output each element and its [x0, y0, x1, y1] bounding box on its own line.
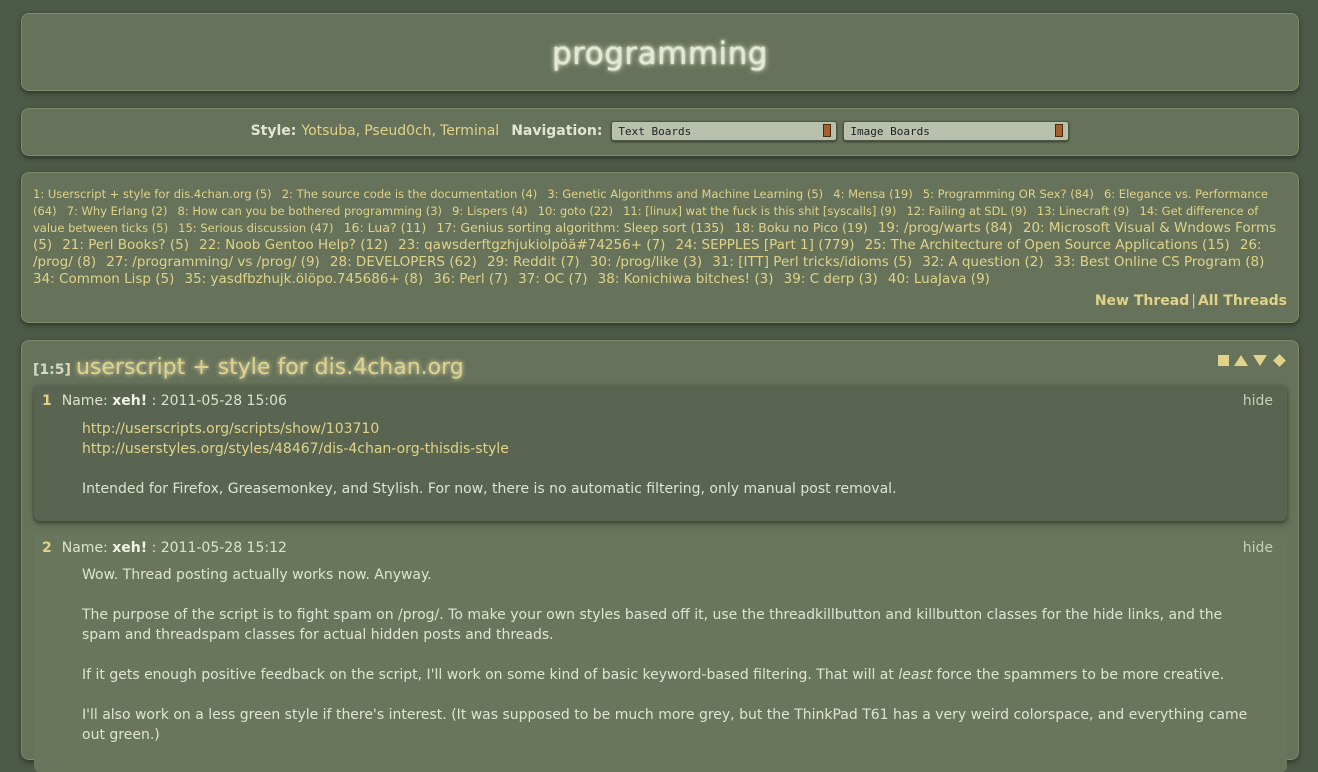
hide-link[interactable]: hide: [1243, 393, 1273, 409]
thread-list-item[interactable]: 34: Common Lisp (5): [33, 271, 174, 287]
post-number[interactable]: 2: [42, 540, 52, 556]
thread-list-item[interactable]: 22: Noob Gentoo Help? (12): [199, 237, 388, 253]
thread-list-item[interactable]: 16: Lua? (11): [344, 220, 427, 235]
page-title: programming: [552, 36, 768, 72]
style-separator: ,: [431, 123, 437, 139]
image-boards-select-value: Image Boards: [850, 125, 930, 138]
post-paragraph: Wow. Thread posting actually works now. …: [82, 567, 432, 583]
post-author: xeh!: [112, 393, 148, 409]
link-separator: |: [1191, 293, 1196, 309]
new-thread-link[interactable]: New Thread: [1095, 293, 1189, 309]
triangle-down-icon[interactable]: [1253, 355, 1267, 366]
style-separator: ,: [355, 123, 361, 139]
diamond-icon[interactable]: [1273, 354, 1286, 367]
post-paragraph: If it gets enough positive feedback on t…: [82, 665, 1262, 685]
post-header: 1 Name: xeh! : 2011-05-28 15:06: [42, 393, 287, 409]
thread-list-item[interactable]: 2: The source code is the documentation …: [282, 187, 538, 201]
post-text-segment: If it gets enough positive feedback on t…: [82, 667, 899, 683]
thread-box: [1:5] userscript + style for dis.4chan.o…: [21, 340, 1299, 772]
thread-list-item[interactable]: 19: /prog/warts (84): [878, 220, 1013, 236]
thread-list-item[interactable]: 37: OC (7): [518, 271, 587, 287]
text-boards-select-value: Text Boards: [618, 125, 692, 138]
header-box: programming: [21, 13, 1299, 91]
style-link-yotsuba[interactable]: Yotsuba: [301, 123, 355, 139]
post: 1 Name: xeh! : 2011-05-28 15:06 hide http…: [34, 385, 1287, 521]
thread-list-item[interactable]: 17: Genius sorting algorithm: Sleep sort…: [436, 220, 724, 235]
thread-list-item[interactable]: 27: /programming/ vs /prog/ (9): [106, 254, 320, 270]
all-threads-link[interactable]: All Threads: [1198, 293, 1287, 309]
post-text-emphasis: least: [898, 667, 933, 683]
navigation-label: Navigation:: [511, 123, 603, 139]
thread-list-box: 1: Userscript + style for dis.4chan.org …: [21, 172, 1299, 323]
post-name-label: Name:: [61, 393, 108, 409]
thread-list-item[interactable]: 8: How can you be bothered programming (…: [178, 204, 442, 218]
thread-list-item[interactable]: 21: Perl Books? (5): [62, 237, 189, 253]
thread-list-item[interactable]: 33: Best Online CS Program (8): [1054, 254, 1265, 270]
post: 2 Name: xeh! : 2011-05-28 15:12 hide Wow.…: [34, 532, 1287, 772]
userstyle-link[interactable]: http://userstyles.org/styles/48467/dis-4…: [82, 441, 509, 457]
post-header: 2 Name: xeh! : 2011-05-28 15:12: [42, 540, 287, 556]
thread-list-links: New Thread | All Threads: [1095, 293, 1287, 309]
post-body: http://userscripts.org/scripts/show/1037…: [82, 419, 1262, 499]
thread-list-item[interactable]: 39: C derp (3): [784, 271, 878, 287]
thread-number: [1:5]: [33, 362, 71, 378]
thread-list-item[interactable]: 40: LuaJava (9): [888, 271, 990, 287]
triangle-up-icon[interactable]: [1234, 355, 1248, 366]
thread-title[interactable]: userscript + style for dis.4chan.org: [76, 355, 464, 380]
thread-list-item[interactable]: 38: Konichiwa bitches! (3): [598, 271, 774, 287]
thread-list-item[interactable]: 15: Serious discussion (47): [178, 221, 333, 235]
post-author: xeh!: [112, 540, 148, 556]
thread-list-item[interactable]: 18: Boku no Pico (19): [734, 220, 868, 235]
hide-link[interactable]: hide: [1243, 540, 1273, 556]
dropdown-arrow-icon[interactable]: [1055, 124, 1064, 137]
thread-list-item[interactable]: 36: Perl (7): [433, 271, 508, 287]
thread-list-item[interactable]: 1: Userscript + style for dis.4chan.org …: [33, 187, 272, 201]
post-date: : 2011-05-28 15:12: [151, 540, 287, 556]
thread-list-item[interactable]: 31: [ITT] Perl tricks/idioms (5): [712, 254, 912, 270]
thread-list-item[interactable]: 30: /prog/like (3): [590, 254, 702, 270]
thread-list-item[interactable]: 9: Lispers (4): [452, 204, 527, 218]
thread-list-item[interactable]: 13: Linecraft (9): [1037, 204, 1130, 218]
thread-list: 1: Userscript + style for dis.4chan.org …: [33, 185, 1288, 287]
post-paragraph: The purpose of the script is to fight sp…: [82, 607, 1223, 643]
thread-list-item[interactable]: 35: yasdfbzhujk.ölöpo.745686+ (8): [185, 271, 424, 287]
style-link-pseud0ch[interactable]: Pseud0ch: [364, 123, 431, 139]
dropdown-arrow-icon[interactable]: [823, 124, 832, 137]
thread-list-item[interactable]: 5: Programming OR Sex? (84): [923, 187, 1094, 201]
thread-header: [1:5] userscript + style for dis.4chan.o…: [33, 355, 464, 380]
style-link-terminal[interactable]: Terminal: [440, 123, 499, 139]
userscript-link[interactable]: http://userscripts.org/scripts/show/1037…: [82, 421, 379, 437]
style-label: Style:: [250, 123, 297, 139]
thread-list-item[interactable]: 12: Failing at SDL (9): [906, 204, 1026, 218]
thread-list-item[interactable]: 23: qawsderftgzhjukiolpöä#74256+ (7): [398, 237, 665, 253]
thread-controls: [1218, 354, 1286, 367]
navigation-box: Style: Yotsuba, Pseud0ch, Terminal Navig…: [21, 108, 1299, 156]
thread-list-item[interactable]: 32: A question (2): [922, 254, 1043, 270]
post-paragraph: I'll also work on a less green style if …: [82, 707, 1248, 743]
navigation-row: Style: Yotsuba, Pseud0ch, Terminal Navig…: [22, 121, 1298, 141]
thread-list-item[interactable]: 10: goto (22): [538, 204, 613, 218]
square-icon[interactable]: [1218, 355, 1229, 366]
post-number[interactable]: 1: [42, 393, 52, 409]
thread-list-item[interactable]: 24: SEPPLES [Part 1] (779): [676, 237, 855, 253]
thread-list-item[interactable]: 29: Reddit (7): [487, 254, 580, 270]
image-boards-select[interactable]: Image Boards: [843, 121, 1070, 141]
thread-list-item[interactable]: 28: DEVELOPERS (62): [330, 254, 477, 270]
post-text: Intended for Firefox, Greasemonkey, and …: [82, 481, 897, 497]
thread-list-item[interactable]: 25: The Architecture of Open Source Appl…: [865, 237, 1230, 253]
post-body: Wow. Thread posting actually works now. …: [82, 565, 1262, 745]
thread-list-item[interactable]: 3: Genetic Algorithms and Machine Learni…: [547, 187, 823, 201]
thread-list-item[interactable]: 11: [linux] wat the fuck is this shit [s…: [623, 204, 896, 218]
thread-list-item[interactable]: 4: Mensa (19): [833, 187, 912, 201]
post-date: : 2011-05-28 15:06: [151, 393, 287, 409]
text-boards-select[interactable]: Text Boards: [611, 121, 838, 141]
post-text-segment: force the spammers to be more creative.: [932, 667, 1225, 683]
thread-list-item[interactable]: 7: Why Erlang (2): [67, 204, 168, 218]
post-name-label: Name:: [61, 540, 108, 556]
